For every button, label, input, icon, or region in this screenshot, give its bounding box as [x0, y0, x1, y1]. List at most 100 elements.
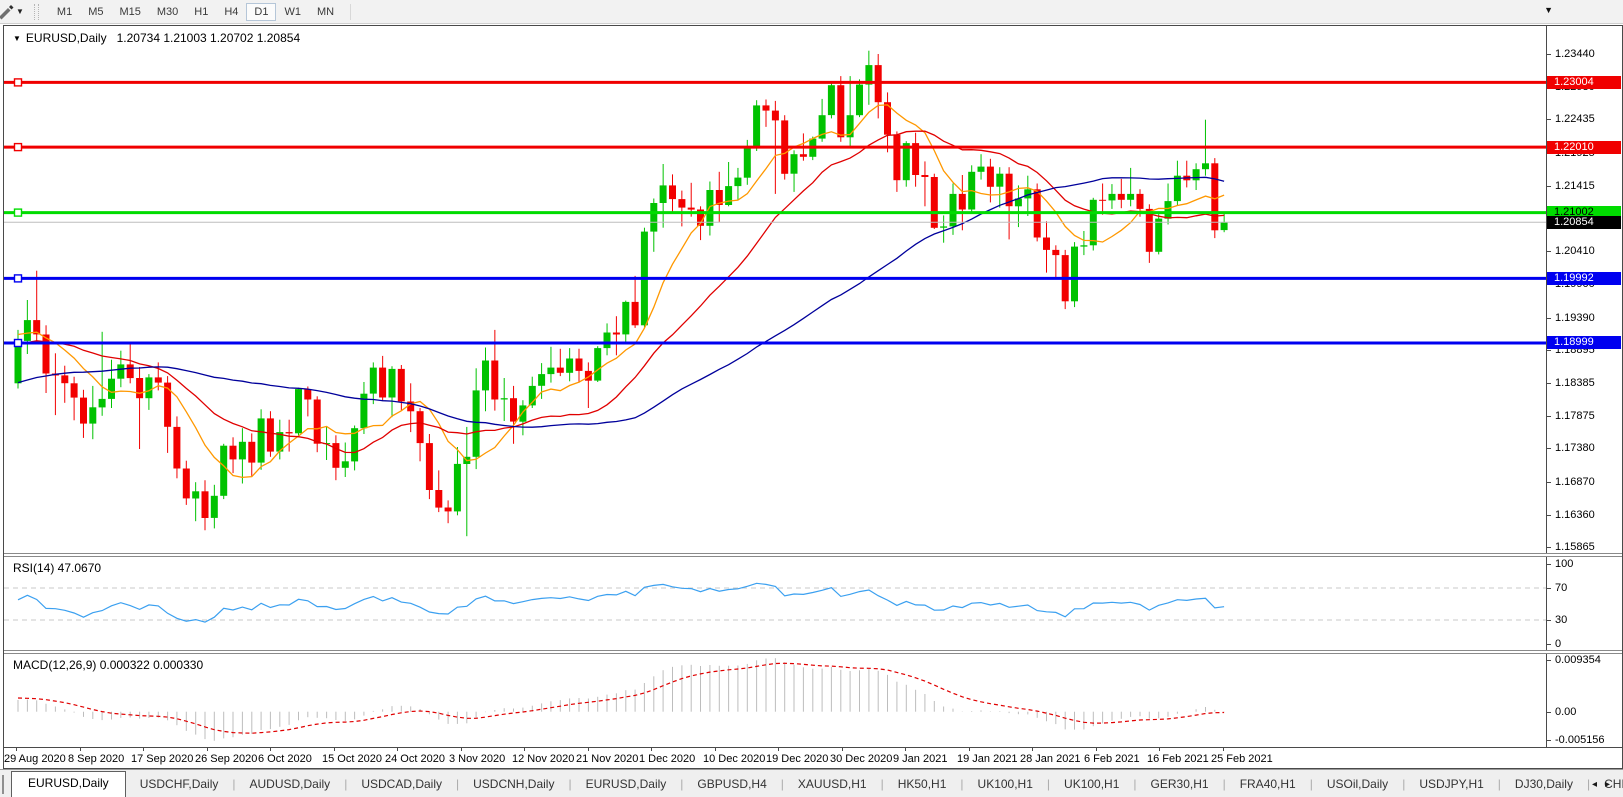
- date-label: 26 Sep 2020: [195, 753, 258, 765]
- chart-tab-DJ30-Daily[interactable]: DJ30,Daily: [1501, 773, 1587, 797]
- rsi-pane[interactable]: RSI(14) 47.0670 100 70 30 0: [4, 557, 1622, 650]
- rsi-tick-label: 70: [1555, 582, 1568, 594]
- date-label: 19 Dec 2020: [766, 753, 829, 765]
- date-label: 19 Jan 2021: [957, 753, 1018, 765]
- date-label: 21 Nov 2020: [576, 753, 639, 765]
- macd-tickmark: [1547, 712, 1551, 713]
- price-tickmark: [1547, 318, 1551, 319]
- price-tickmark: [1547, 54, 1551, 55]
- timeframe-button-MN[interactable]: MN: [309, 3, 342, 21]
- date-label: 1 Dec 2020: [639, 753, 696, 765]
- date-label: 9 Jan 2021: [893, 753, 948, 765]
- chart-tab-EURUSD-Daily[interactable]: EURUSD,Daily: [11, 771, 126, 797]
- timeframe-button-M5[interactable]: M5: [80, 3, 111, 21]
- timeframe-button-W1[interactable]: W1: [276, 3, 309, 21]
- date-label: 28 Jan 2021: [1020, 753, 1081, 765]
- date-label: 17 Sep 2020: [131, 753, 194, 765]
- tabs-holder: EURUSD,Daily USDCHF,Daily | AUDUSD,Daily | US…: [11, 771, 1623, 797]
- date-label: 3 Nov 2020: [449, 753, 506, 765]
- chart-tab-USDCHF-Daily[interactable]: USDCHF,Daily: [126, 773, 233, 797]
- chart-tab-USOil-Daily[interactable]: USOil,Daily: [1313, 773, 1402, 797]
- chart-tab-AUDUSD-Daily[interactable]: AUDUSD,Daily: [236, 773, 345, 797]
- macd-tick-label: 0.00: [1555, 706, 1577, 718]
- date-tickmark: [1159, 748, 1160, 751]
- macd-tick-label: 0.009354: [1555, 654, 1601, 666]
- timeframe-button-M30[interactable]: M30: [149, 3, 186, 21]
- timeframe-button-H4[interactable]: H4: [216, 3, 246, 21]
- price-tick-label: 1.16360: [1555, 509, 1595, 521]
- price-tickmark: [1547, 350, 1551, 351]
- collapse-arrow-icon[interactable]: ▼: [13, 34, 21, 43]
- date-label: 10 Dec 2020: [703, 753, 766, 765]
- tab-scroll-right-icon[interactable]: ▸: [1605, 779, 1618, 790]
- price-tick-label: 1.19390: [1555, 312, 1595, 324]
- rsi-tickmark: [1547, 644, 1551, 645]
- date-tickmark: [461, 748, 462, 751]
- current-price-badge: 1.20854: [1547, 216, 1621, 229]
- rsi-axis: 100 70 30 0: [1546, 557, 1622, 650]
- tab-scroll-left-icon[interactable]: ◂: [1592, 779, 1605, 790]
- rsi-label: RSI(14) 47.0670: [13, 561, 102, 575]
- date-tickmark: [207, 748, 208, 751]
- moving-averages-layer: [17, 104, 1225, 479]
- chart-tab-USDJPY-H1[interactable]: USDJPY,H1: [1405, 773, 1497, 797]
- tool-dropdown-arrow-icon[interactable]: ▼: [16, 7, 24, 16]
- price-tickmark: [1547, 448, 1551, 449]
- date-tickmark: [588, 748, 589, 751]
- rsi-tick-label: 0: [1555, 638, 1562, 650]
- price-pane[interactable]: ▼ EURUSD,Daily 1.20734 1.21003 1.20702 1.2…: [4, 26, 1622, 553]
- date-tickmark: [80, 748, 81, 751]
- date-label: 6 Oct 2020: [258, 753, 312, 765]
- price-tick-label: 1.22435: [1555, 113, 1595, 125]
- timeframe-button-D1[interactable]: D1: [246, 3, 277, 21]
- macd-pane[interactable]: MACD(12,26,9) 0.000322 0.000330 0.009354…: [4, 654, 1622, 747]
- chart-tab-GBPUSD-H4[interactable]: GBPUSD,H4: [683, 773, 780, 797]
- date-tickmark: [1223, 748, 1224, 751]
- timeframe-button-H1[interactable]: H1: [186, 3, 216, 21]
- draw-tool-icon[interactable]: [0, 4, 14, 20]
- price-tickmark: [1547, 383, 1551, 384]
- chart-tab-FRA40-H1[interactable]: FRA40,H1: [1226, 773, 1310, 797]
- chart-tab-XAUUSD-H1[interactable]: XAUUSD,H1: [784, 773, 881, 797]
- price-tick-label: 1.21415: [1555, 180, 1595, 192]
- rsi-tickmark: [1547, 588, 1551, 589]
- date-tickmark: [905, 748, 906, 751]
- rsi-tickmark: [1547, 564, 1551, 565]
- tabbar-grip: [2, 775, 4, 794]
- price-tick-label: 1.23440: [1555, 48, 1595, 60]
- chart-window: ▼ EURUSD,Daily 1.20734 1.21003 1.20702 1.2…: [3, 25, 1623, 769]
- chart-tab-USDCNH-Daily[interactable]: USDCNH,Daily: [459, 773, 568, 797]
- price-axis: 1.234401.229301.224351.219251.214151.209…: [1546, 26, 1622, 553]
- price-tickmark: [1547, 416, 1551, 417]
- chart-tab-bar: EURUSD,Daily USDCHF,Daily | AUDUSD,Daily | US…: [0, 769, 1623, 797]
- toolbar: ▼ M1 M5 M15 M30 H1 H4 D1 W1 MN ▼: [0, 0, 1623, 24]
- chart-tab-EURUSD-Daily[interactable]: EURUSD,Daily: [572, 773, 681, 797]
- price-tickmark: [1547, 482, 1551, 483]
- candlestick-chart[interactable]: [4, 26, 1546, 553]
- price-tickmark: [1547, 119, 1551, 120]
- chart-tab-USDCAD-Daily[interactable]: USDCAD,Daily: [347, 773, 456, 797]
- rsi-chart[interactable]: [4, 557, 1546, 650]
- price-tick-label: 1.15865: [1555, 541, 1595, 553]
- price-tickmark: [1547, 515, 1551, 516]
- timeframe-button-M15[interactable]: M15: [111, 3, 148, 21]
- macd-chart[interactable]: [4, 654, 1546, 747]
- macd-tickmark: [1547, 740, 1551, 741]
- mt4-window: ▼ M1 M5 M15 M30 H1 H4 D1 W1 MN ▼ ▼ EURUSD,Daily 1.…: [0, 0, 1623, 797]
- chart-tab-HK50-H1[interactable]: HK50,H1: [884, 773, 961, 797]
- toolbar-separator: [350, 3, 352, 20]
- price-badge-1.19992: 1.19992: [1547, 272, 1621, 285]
- date-label: 25 Feb 2021: [1211, 753, 1273, 765]
- timeframe-button-M1[interactable]: M1: [49, 3, 80, 21]
- chart-tab-UK100-H1[interactable]: UK100,H1: [1050, 773, 1133, 797]
- date-label: 12 Nov 2020: [512, 753, 575, 765]
- date-label: 16 Feb 2021: [1147, 753, 1209, 765]
- chart-tab-UK100-H1[interactable]: UK100,H1: [964, 773, 1047, 797]
- date-tickmark: [1096, 748, 1097, 751]
- chart-tab-GER30-H1[interactable]: GER30,H1: [1137, 773, 1223, 797]
- date-tickmark: [969, 748, 970, 751]
- tab-scroll-arrows: ◂▸: [1592, 779, 1618, 790]
- toolbar-overflow-arrow-icon[interactable]: ▼: [1544, 5, 1553, 15]
- date-tickmark: [778, 748, 779, 751]
- rsi-line: [17, 582, 1225, 623]
